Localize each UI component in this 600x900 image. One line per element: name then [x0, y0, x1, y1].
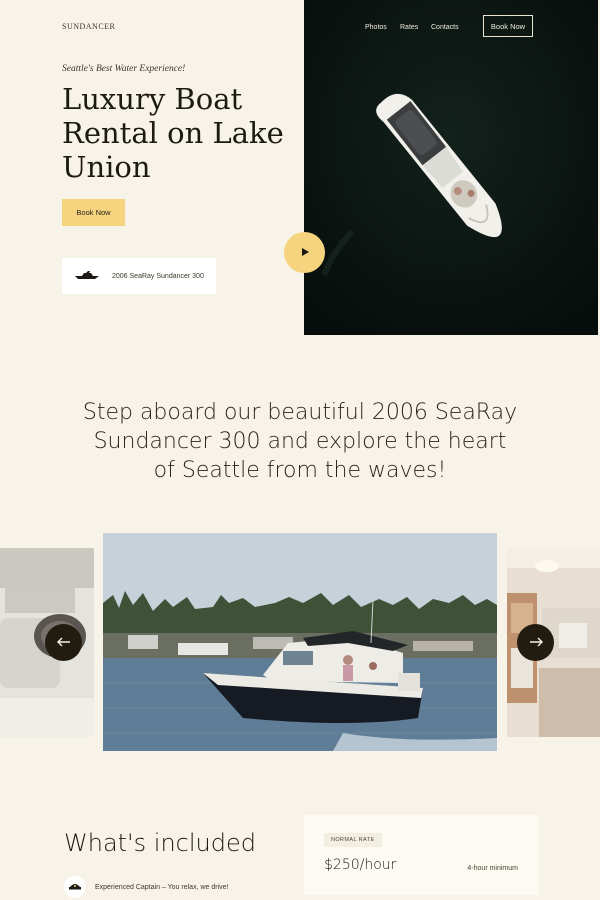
play-video-button[interactable]	[284, 232, 325, 273]
hero-boat-image	[304, 0, 598, 335]
brand-logo[interactable]: SUNDANCER	[62, 22, 115, 31]
rate-card: NORMAL RATE $250/hour 4-hour minimum	[304, 815, 538, 895]
nav-photos[interactable]: Photos	[365, 24, 387, 31]
captain-hat-icon	[64, 876, 86, 898]
nav-book-now-button[interactable]: Book Now	[483, 15, 533, 37]
carousel-next-button[interactable]	[517, 624, 554, 661]
rate-badge: NORMAL RATE	[324, 833, 382, 847]
arrow-right-icon	[529, 634, 543, 652]
carousel-slide-main[interactable]	[103, 533, 497, 751]
included-heading: What's included	[64, 829, 256, 857]
hero-title: Luxury Boat Rental on Lake Union	[62, 82, 284, 184]
arrow-left-icon	[56, 634, 71, 652]
intro-statement: Step aboard our beautiful 2006 SeaRay Su…	[82, 400, 518, 483]
boat-icon	[74, 270, 100, 282]
boat-model-label: 2006 SeaRay Sundancer 300	[112, 272, 204, 280]
rate-minimum: 4-hour minimum	[467, 865, 518, 872]
boat-model-card: 2006 SeaRay Sundancer 300	[62, 258, 216, 294]
rate-price: $250/hour	[324, 857, 397, 873]
play-icon	[300, 244, 310, 262]
feature-text: Experienced Captain – You relax, we driv…	[95, 883, 229, 891]
feature-item: Experienced Captain – You relax, we driv…	[64, 876, 228, 898]
hero-tagline: Seattle's Best Water Experience!	[62, 64, 186, 74]
carousel-prev-button[interactable]	[45, 624, 82, 661]
nav-rates[interactable]: Rates	[400, 24, 418, 31]
nav-contacts[interactable]: Contacts	[431, 24, 459, 31]
book-now-button[interactable]: Book Now	[62, 199, 125, 226]
